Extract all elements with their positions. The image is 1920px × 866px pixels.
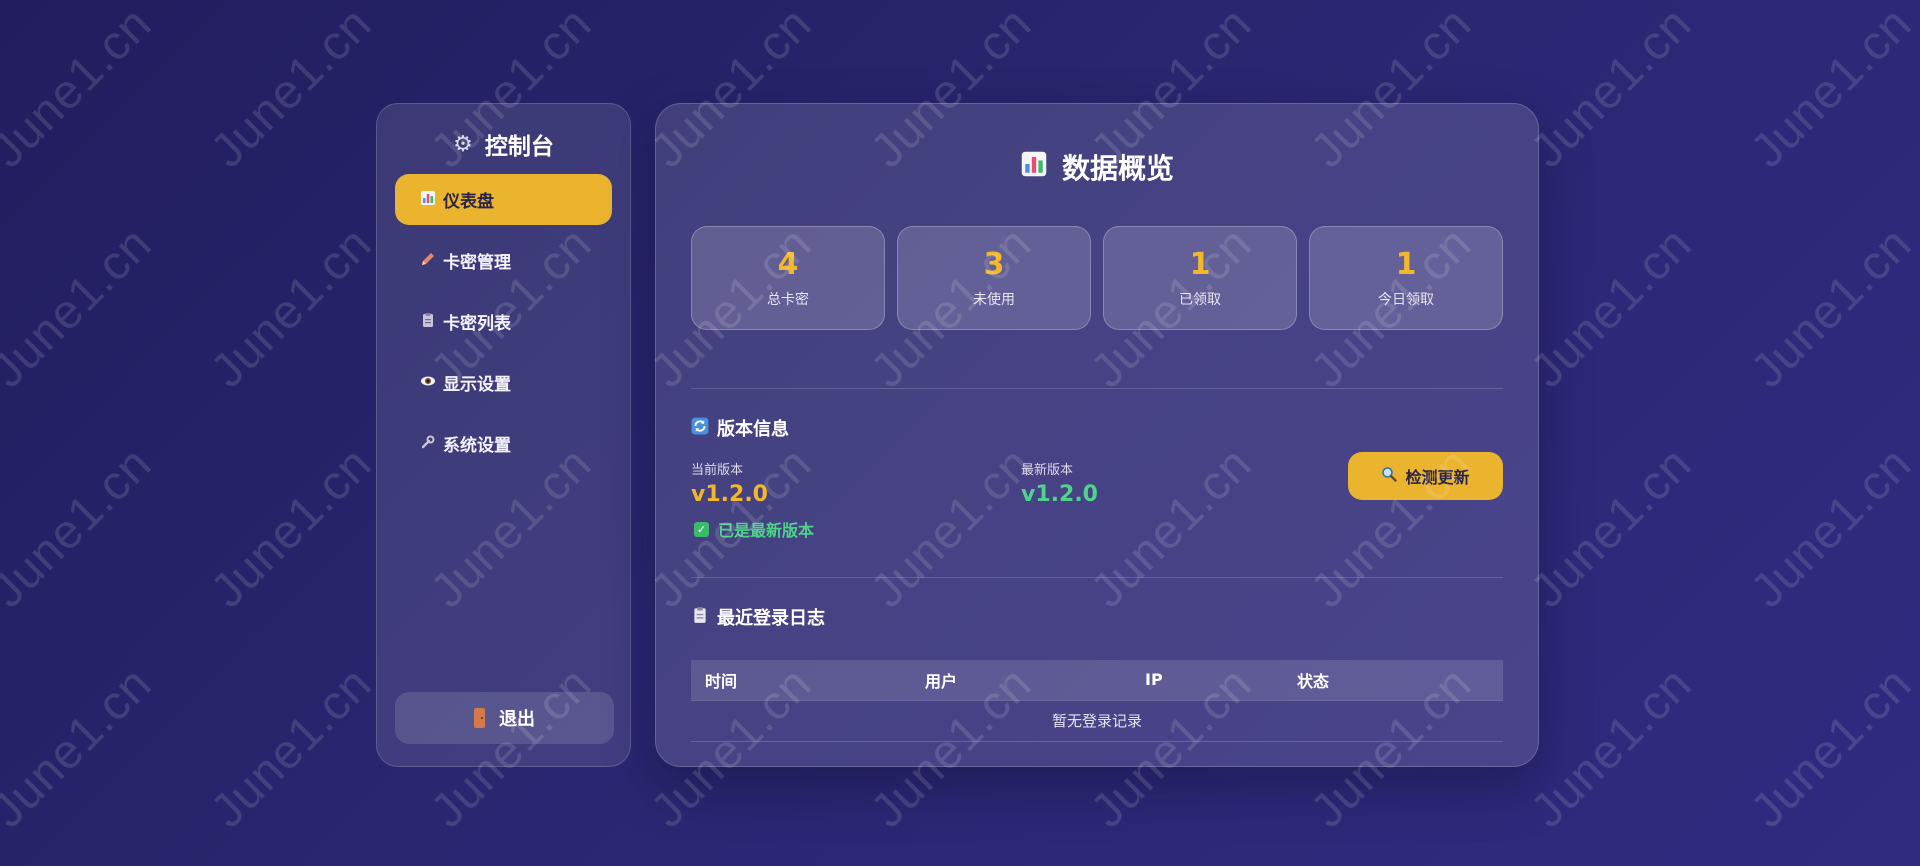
- table-header-row: 时间 用户 IP 状态: [691, 660, 1503, 701]
- clipboard-icon: [417, 312, 439, 332]
- column-header-user: 用户: [911, 660, 1131, 701]
- watermark-text: June1.cn: [1520, 657, 1702, 838]
- watermark-text: June1.cn: [1740, 217, 1920, 398]
- watermark-text: June1.cn: [0, 217, 162, 398]
- check-update-label: 检测更新: [1405, 468, 1470, 487]
- magnifier-icon: [1381, 466, 1398, 486]
- divider: [691, 388, 1503, 389]
- sidebar: ⚙ 控制台 仪表盘 卡密管理 卡密列表 显示设置 系统设置 退出: [376, 103, 631, 767]
- watermark-text: June1.cn: [1740, 0, 1920, 178]
- column-header-ip: IP: [1131, 660, 1283, 701]
- eye-icon: [417, 373, 439, 393]
- main-panel: 数据概览 4 总卡密 3 未使用 1 已领取 1 今日领取 版本信息 当前版本 …: [655, 103, 1539, 767]
- sidebar-item-label: 显示设置: [443, 375, 511, 395]
- sidebar-item-label: 系统设置: [443, 436, 511, 456]
- logout-label: 退出: [499, 709, 535, 730]
- watermark-text: June1.cn: [200, 217, 382, 398]
- login-log-section-title-text: 最近登录日志: [717, 608, 825, 629]
- stat-value: 4: [777, 246, 799, 282]
- version-status: ✓ 已是最新版本: [694, 517, 1503, 541]
- divider: [691, 577, 1503, 578]
- page-title: 数据概览: [691, 104, 1503, 226]
- sidebar-item-label: 卡密管理: [443, 253, 511, 273]
- stat-card-unused: 3 未使用: [897, 226, 1091, 330]
- stat-card-total: 4 总卡密: [691, 226, 885, 330]
- sidebar-item-dashboard[interactable]: 仪表盘: [395, 174, 612, 225]
- watermark-text: June1.cn: [200, 0, 382, 178]
- wrench-icon: [417, 434, 439, 454]
- pencil-icon: [417, 251, 439, 271]
- stat-value: 1: [1189, 246, 1211, 282]
- watermark-text: June1.cn: [0, 657, 162, 838]
- sidebar-title: ⚙ 控制台: [395, 122, 612, 166]
- watermark-text: June1.cn: [0, 437, 162, 618]
- table-row: 暂无登录记录: [691, 700, 1503, 742]
- column-header-status: 状态: [1283, 660, 1503, 701]
- column-header-time: 时间: [691, 660, 911, 701]
- stat-card-today: 1 今日领取: [1309, 226, 1503, 330]
- door-icon: [474, 708, 485, 728]
- version-section-title: 版本信息: [691, 415, 1503, 441]
- watermark-text: June1.cn: [0, 0, 162, 178]
- logout-button[interactable]: 退出: [395, 692, 614, 744]
- current-version-value: v1.2.0: [691, 482, 768, 507]
- login-log-section-title: 最近登录日志: [691, 604, 1503, 630]
- sidebar-item-label: 卡密列表: [443, 314, 511, 334]
- stats-row: 4 总卡密 3 未使用 1 已领取 1 今日领取: [691, 226, 1503, 330]
- sidebar-item-label: 仪表盘: [443, 192, 494, 212]
- watermark-text: June1.cn: [200, 657, 382, 838]
- clipboard-icon: [691, 606, 709, 629]
- watermark-text: June1.cn: [1520, 437, 1702, 618]
- stat-label: 今日领取: [1378, 291, 1434, 308]
- current-version-block: 当前版本 v1.2.0: [691, 459, 768, 507]
- latest-version-value: v1.2.0: [1021, 482, 1098, 507]
- watermark-text: June1.cn: [1520, 0, 1702, 178]
- version-status-text: 已是最新版本: [718, 521, 815, 540]
- login-log-table: 时间 用户 IP 状态 暂无登录记录: [691, 660, 1503, 742]
- stat-value: 3: [983, 246, 1005, 282]
- refresh-icon: [691, 417, 709, 440]
- bar-chart-icon: [417, 190, 439, 210]
- gear-icon: ⚙: [453, 131, 473, 157]
- sidebar-item-display-settings[interactable]: 显示设置: [395, 357, 612, 408]
- bar-chart-icon: [1020, 150, 1048, 185]
- version-row: 当前版本 v1.2.0 最新版本 v1.2.0 检测更新: [691, 452, 1503, 519]
- check-box-icon: ✓: [694, 521, 709, 537]
- stat-label: 总卡密: [767, 291, 809, 308]
- latest-version-label: 最新版本: [1021, 463, 1074, 478]
- watermark-text: June1.cn: [1740, 437, 1920, 618]
- stat-label: 已领取: [1179, 291, 1221, 308]
- empty-log-text: 暂无登录记录: [691, 700, 1503, 742]
- sidebar-item-card-list[interactable]: 卡密列表: [395, 296, 612, 347]
- version-section-title-text: 版本信息: [717, 419, 789, 440]
- stat-card-claimed: 1 已领取: [1103, 226, 1297, 330]
- stat-value: 1: [1395, 246, 1417, 282]
- page-title-text: 数据概览: [1061, 152, 1174, 185]
- sidebar-item-system-settings[interactable]: 系统设置: [395, 418, 612, 469]
- watermark-text: June1.cn: [1740, 657, 1920, 838]
- stat-label: 未使用: [973, 291, 1015, 308]
- current-version-label: 当前版本: [691, 463, 744, 478]
- watermark-text: June1.cn: [200, 437, 382, 618]
- watermark-text: June1.cn: [1520, 217, 1702, 398]
- sidebar-title-text: 控制台: [484, 134, 554, 160]
- check-update-button[interactable]: 检测更新: [1348, 452, 1503, 500]
- latest-version-block: 最新版本 v1.2.0: [1021, 459, 1098, 507]
- sidebar-item-card-management[interactable]: 卡密管理: [395, 235, 612, 286]
